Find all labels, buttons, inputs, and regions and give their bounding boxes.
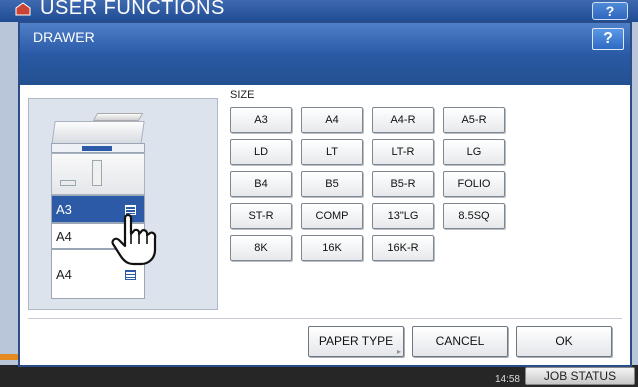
drawer-2-size: A4 — [56, 229, 72, 244]
size-button[interactable]: A4 — [301, 107, 363, 133]
size-button[interactable]: A3 — [230, 107, 292, 133]
control-panel — [51, 143, 145, 153]
size-button[interactable]: B5-R — [372, 171, 434, 197]
ok-button[interactable]: OK — [516, 326, 612, 357]
app-title: USER FUNCTIONS — [40, 0, 225, 19]
clock: 14:58 — [468, 367, 520, 385]
size-button[interactable]: A5-R — [443, 107, 505, 133]
size-button[interactable]: ST-R — [230, 203, 292, 229]
app-help-button[interactable]: ? — [592, 2, 628, 20]
printer-body — [51, 153, 145, 195]
size-button[interactable]: 13"LG — [372, 203, 434, 229]
cancel-button[interactable]: CANCEL — [412, 326, 508, 357]
hand-pointer-icon — [111, 213, 157, 266]
dialog-help-button[interactable]: ? — [592, 28, 624, 50]
dialog-header: DRAWER ? — [20, 23, 630, 53]
size-label: SIZE — [230, 89, 255, 101]
paper-type-button[interactable]: PAPER TYPE — [308, 326, 404, 366]
clock-time: 14:58 — [494, 374, 520, 385]
size-button[interactable]: 8K — [230, 235, 292, 261]
size-button[interactable]: FOLIO — [443, 171, 505, 197]
size-button[interactable]: LG — [443, 139, 505, 165]
size-button[interactable]: B4 — [230, 171, 292, 197]
size-button[interactable]: LT-R — [372, 139, 434, 165]
size-button[interactable]: LD — [230, 139, 292, 165]
size-button[interactable]: 16K — [301, 235, 363, 261]
adf-tray — [92, 113, 144, 121]
drawer-1-size: A3 — [56, 202, 72, 217]
drawer-dialog: DRAWER ? A3 A4 A4 SIZE A3 A4 A4-R A5-R L… — [18, 21, 632, 367]
app-header: USER FUNCTIONS ? — [0, 0, 638, 22]
size-button[interactable]: 16K-R — [372, 235, 434, 261]
document-feeder — [51, 121, 145, 145]
size-button[interactable]: LT — [301, 139, 363, 165]
size-button[interactable]: COMP — [301, 203, 363, 229]
dialog-message-band — [20, 53, 630, 85]
size-button[interactable]: A4-R — [372, 107, 434, 133]
machine-panel: A3 A4 A4 — [28, 98, 218, 310]
size-button[interactable]: 8.5SQ — [443, 203, 505, 229]
drawer-3-size: A4 — [56, 267, 72, 282]
dialog-body: A3 A4 A4 SIZE A3 A4 A4-R A5-R LD LT LT-R LG B4 B5… — [20, 85, 630, 366]
job-status-button[interactable]: JOB STATUS — [525, 367, 638, 385]
dialog-title: DRAWER — [33, 29, 95, 45]
status-indicator — [0, 354, 20, 360]
home-icon — [15, 2, 31, 16]
footer-divider — [28, 318, 622, 319]
size-button[interactable]: B5 — [301, 171, 363, 197]
paper-stack-icon — [125, 270, 136, 280]
